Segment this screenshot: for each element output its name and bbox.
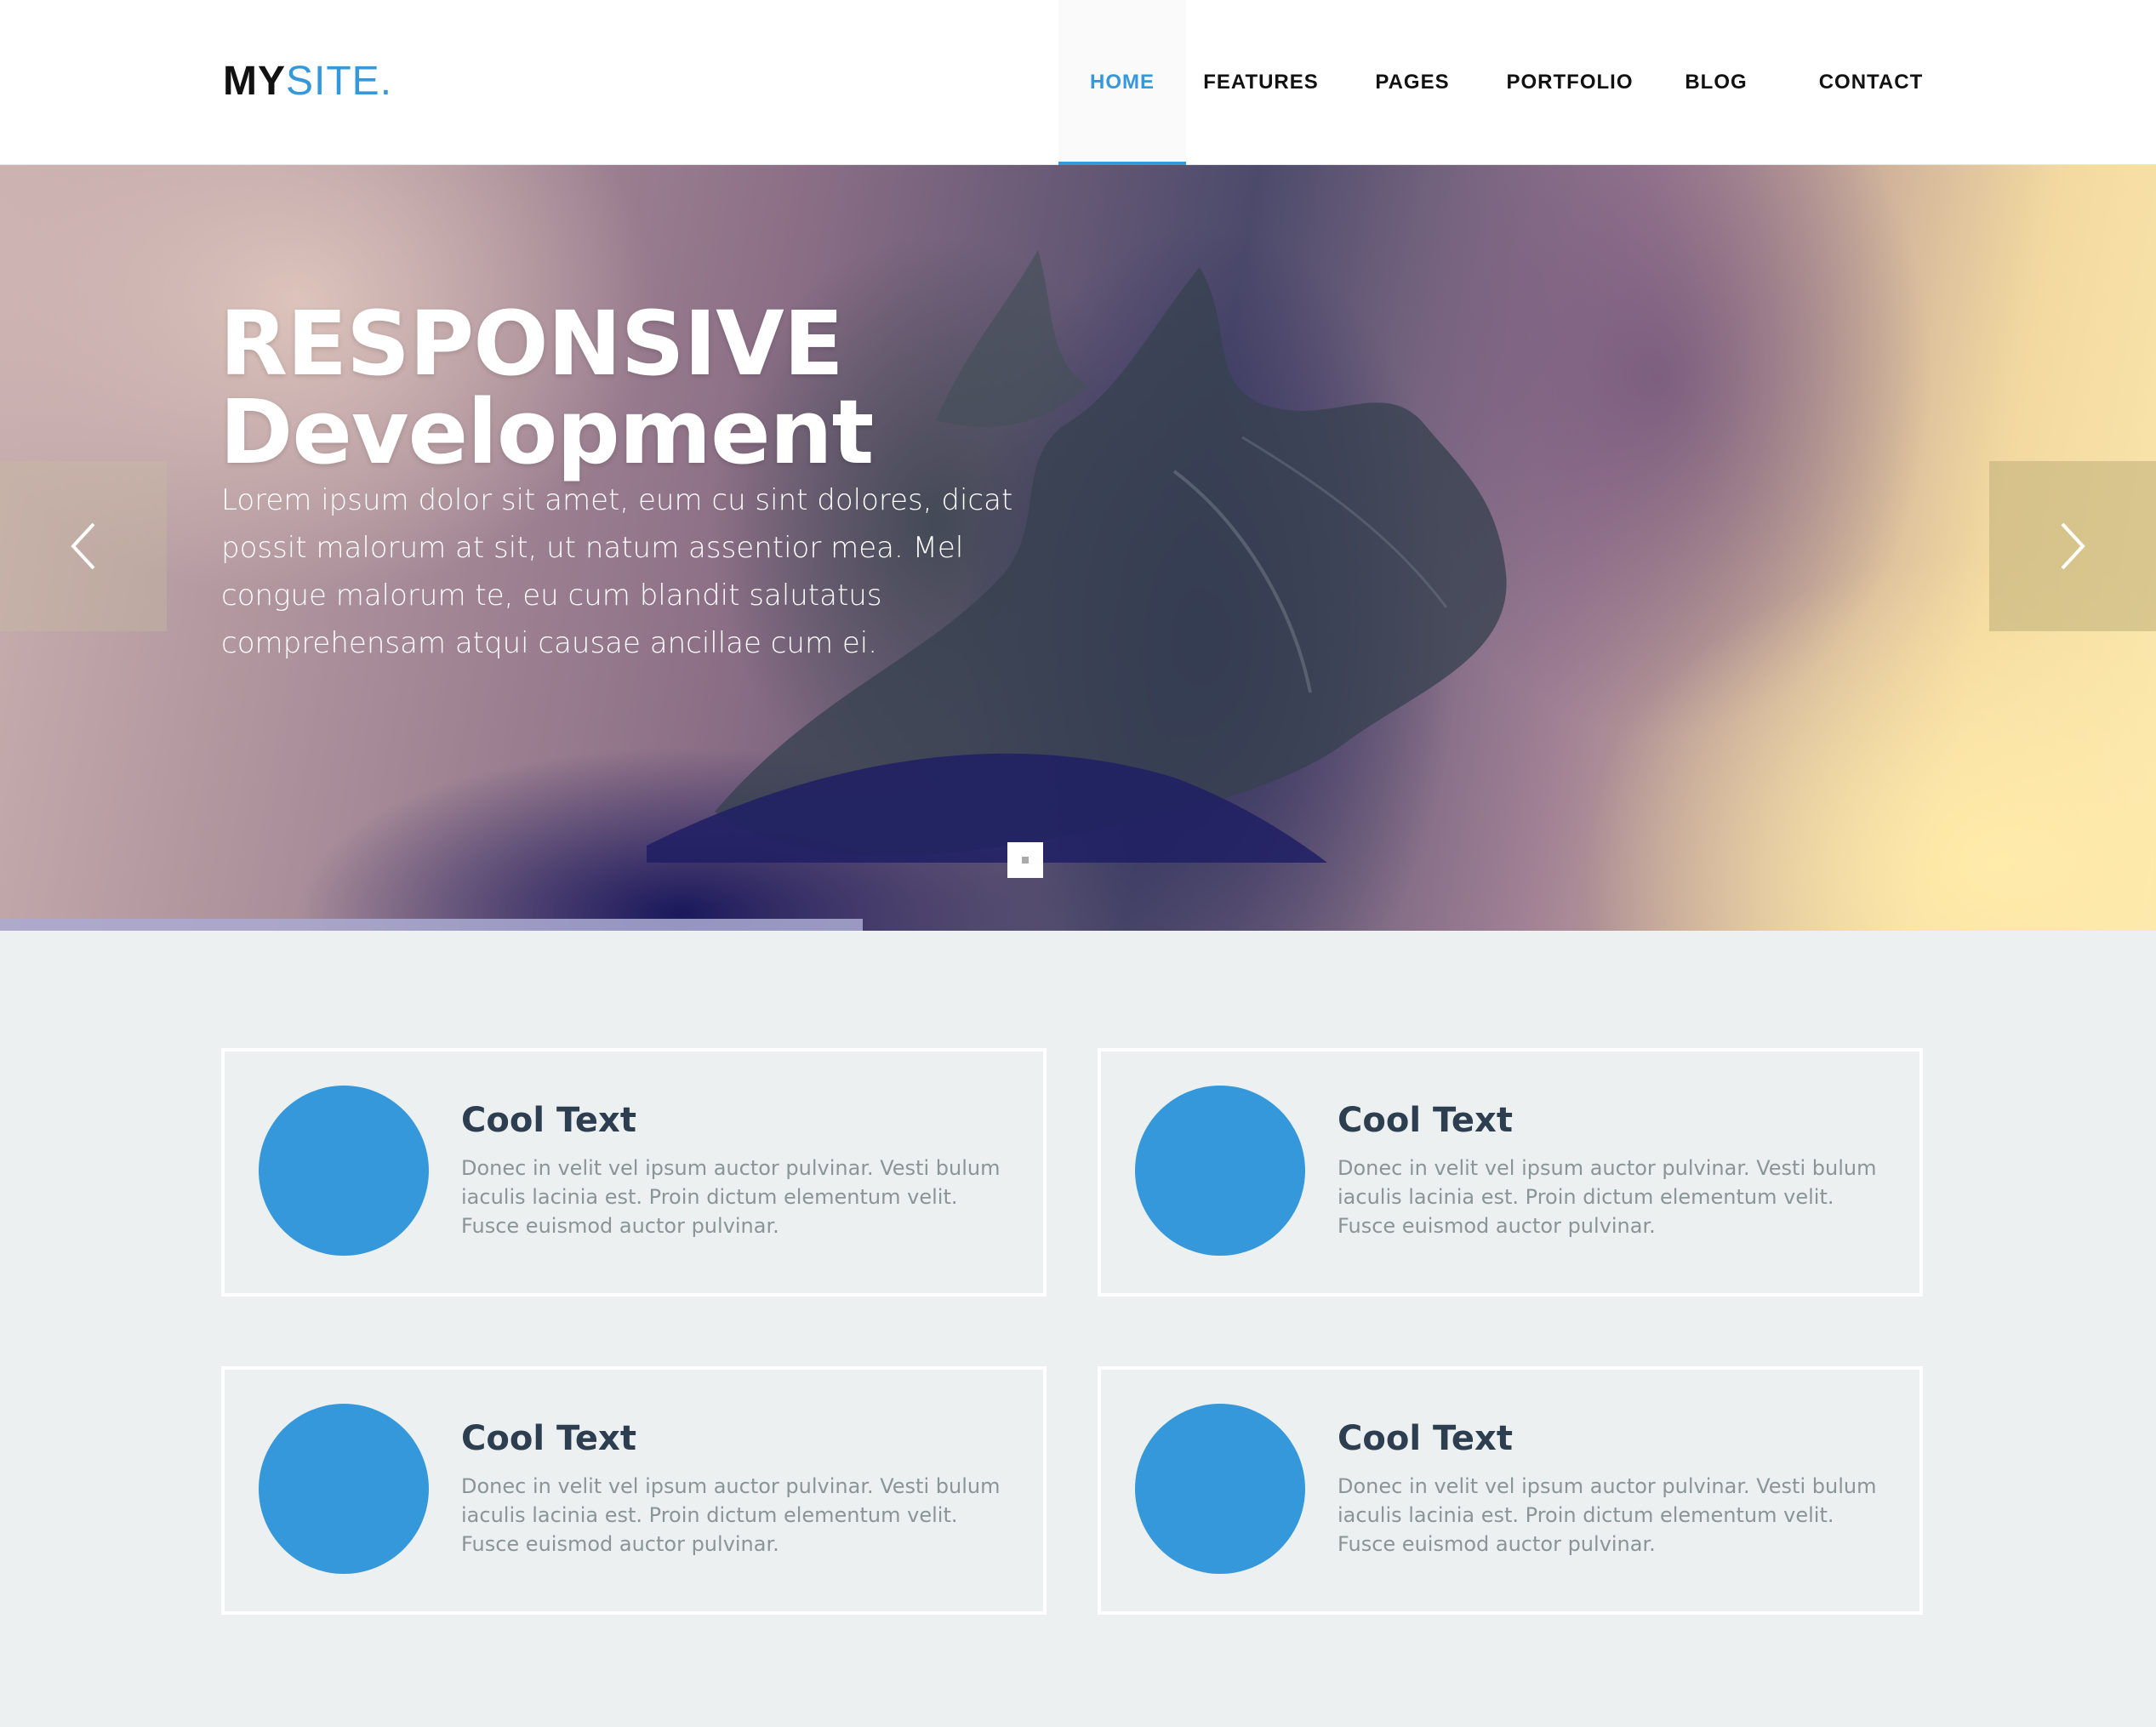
nav-portfolio-label: PORTFOLIO bbox=[1506, 71, 1634, 94]
nav-features[interactable]: FEATURES bbox=[1186, 0, 1336, 165]
feature-text: Donec in velit vel ipsum auctor pulvinar… bbox=[1338, 1474, 1877, 1556]
nav-contact[interactable]: CONTACT bbox=[1782, 0, 1960, 165]
slider-dot-1[interactable] bbox=[1007, 842, 1043, 878]
nav-home[interactable]: HOME bbox=[1058, 0, 1186, 167]
feature-box: Cool Text Donec in velit vel ipsum aucto… bbox=[1098, 1366, 1923, 1615]
feature-circle-icon bbox=[259, 1086, 429, 1256]
hero-description: Lorem ipsum dolor sit amet, eum cu sint … bbox=[221, 483, 1013, 660]
slider-prev-button[interactable] bbox=[0, 461, 167, 631]
feature-box: Cool Text Donec in velit vel ipsum aucto… bbox=[221, 1048, 1047, 1297]
slider-next-button[interactable] bbox=[1989, 461, 2156, 631]
hero-slider: RESPONSIVE Development Lorem ipsum dolor… bbox=[0, 165, 2156, 931]
nav-blog-label: BLOG bbox=[1685, 71, 1748, 94]
slider-progress-track bbox=[0, 919, 2156, 931]
feature-box: Cool Text Donec in velit vel ipsum aucto… bbox=[1098, 1048, 1923, 1297]
hero-title-line1: RESPONSIVE bbox=[220, 292, 844, 396]
feature-title: Cool Text bbox=[1338, 1419, 1513, 1458]
hero-title: RESPONSIVE Development bbox=[220, 292, 874, 484]
feature-circle-icon bbox=[1135, 1086, 1305, 1256]
site-logo[interactable]: MYSITE. bbox=[223, 58, 392, 105]
feature-box: Cool Text Donec in velit vel ipsum aucto… bbox=[221, 1366, 1047, 1615]
logo-light-text: SITE. bbox=[286, 59, 393, 104]
nav-pages-label: PAGES bbox=[1375, 71, 1450, 94]
nav-features-label: FEATURES bbox=[1203, 71, 1319, 94]
nav-pages[interactable]: PAGES bbox=[1336, 0, 1489, 165]
nav-contact-label: CONTACT bbox=[1818, 71, 1924, 94]
chevron-right-icon bbox=[2061, 522, 2085, 570]
nav-blog[interactable]: BLOG bbox=[1651, 0, 1782, 165]
feature-text: Donec in velit vel ipsum auctor pulvinar… bbox=[1338, 1156, 1877, 1238]
feature-title: Cool Text bbox=[461, 1101, 636, 1140]
site-header: MYSITE. HOME FEATURES PAGES PORTFOLIO BL… bbox=[0, 0, 2156, 167]
hero-title-line2: Development bbox=[220, 380, 874, 484]
feature-text: Donec in velit vel ipsum auctor pulvinar… bbox=[461, 1156, 1001, 1238]
feature-title: Cool Text bbox=[1338, 1101, 1513, 1140]
chevron-left-icon bbox=[71, 522, 95, 570]
feature-title: Cool Text bbox=[461, 1419, 636, 1458]
feature-circle-icon bbox=[259, 1404, 429, 1574]
logo-bold-text: MY bbox=[223, 59, 286, 104]
feature-circle-icon bbox=[1135, 1404, 1305, 1574]
feature-text: Donec in velit vel ipsum auctor pulvinar… bbox=[461, 1474, 1001, 1556]
slider-progress-bar bbox=[0, 919, 863, 931]
nav-portfolio[interactable]: PORTFOLIO bbox=[1489, 0, 1651, 165]
nav-home-label: HOME bbox=[1090, 71, 1155, 94]
page: MYSITE. HOME FEATURES PAGES PORTFOLIO BL… bbox=[0, 0, 2156, 1727]
